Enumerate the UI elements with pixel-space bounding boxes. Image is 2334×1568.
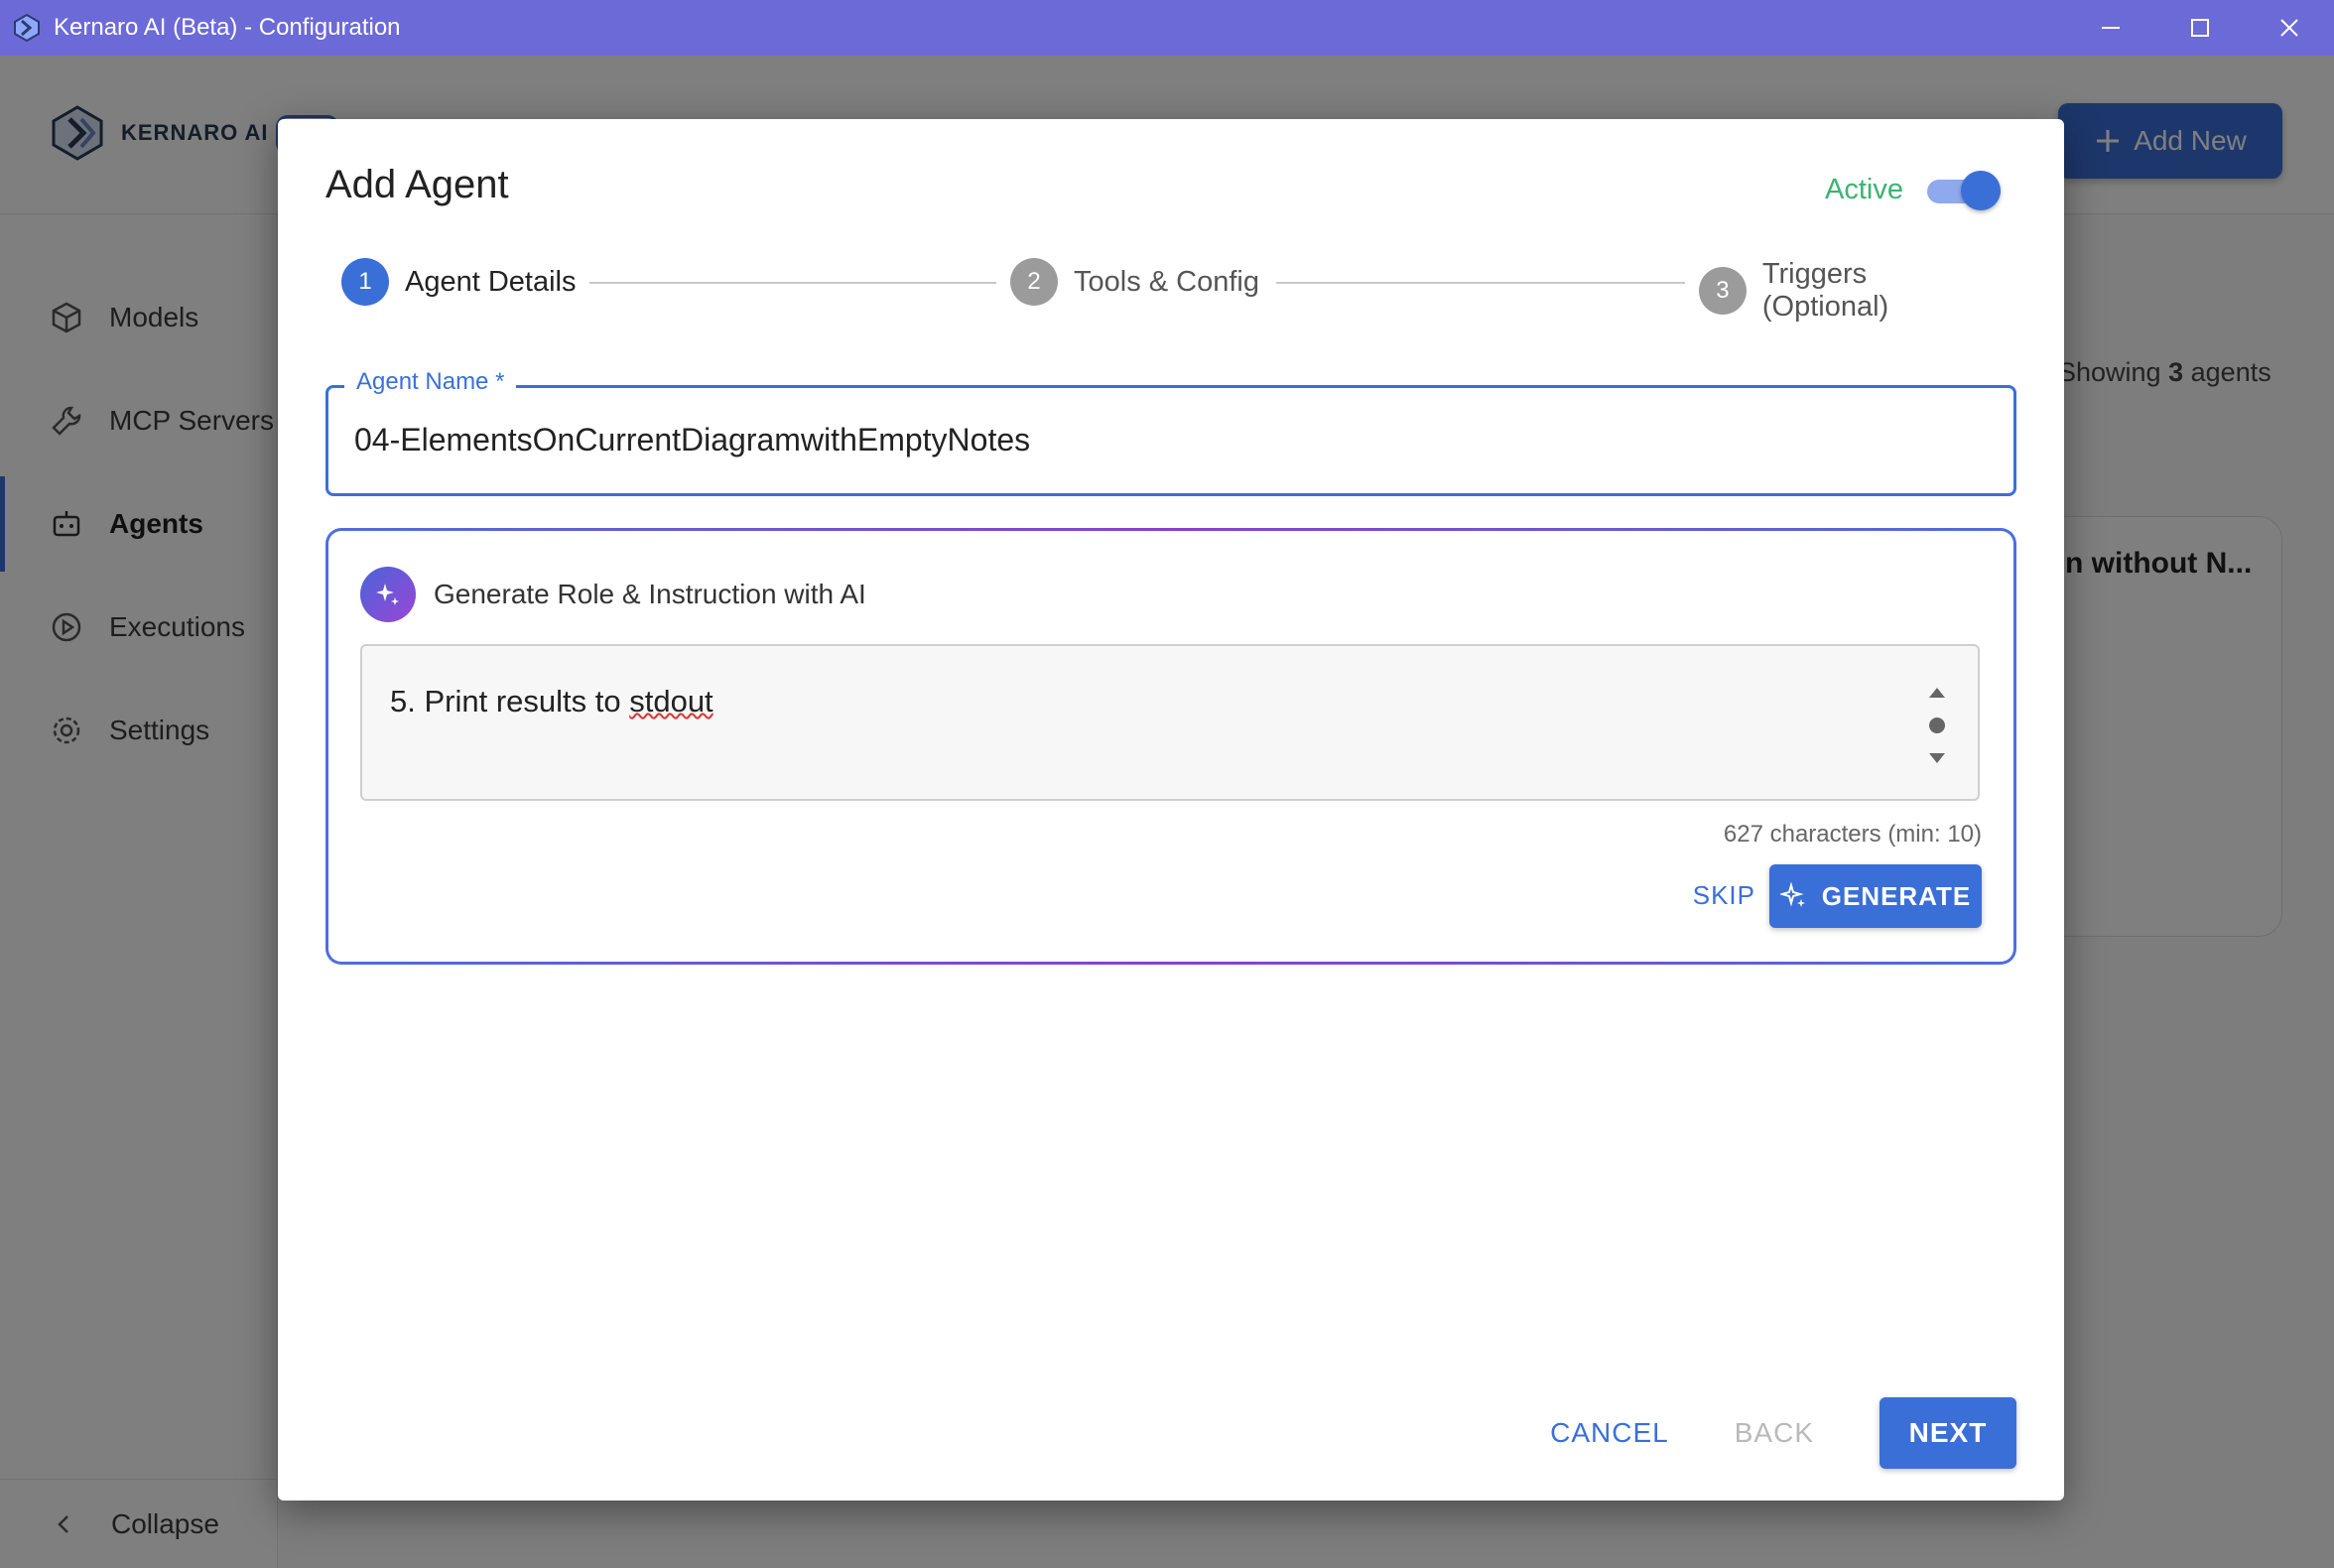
cancel-button[interactable]: CANCEL — [1550, 1417, 1669, 1449]
step-label: Triggers (Optional) — [1761, 258, 1889, 323]
window-titlebar: Kernaro AI (Beta) - Configuration — [0, 0, 2334, 56]
textarea-scrollbar[interactable] — [1926, 686, 1948, 765]
generate-label: GENERATE — [1821, 880, 1972, 911]
toggle-thumb — [1961, 171, 2001, 210]
step-agent-details[interactable]: 1 Agent Details — [341, 258, 577, 306]
agent-name-label: Agent Name * — [344, 368, 517, 396]
stepper: 1 Agent Details 2 Tools & Config 3 Trigg… — [341, 258, 2001, 323]
window-title: Kernaro AI (Beta) - Configuration — [54, 14, 401, 41]
dialog-title: Add Agent — [325, 163, 509, 206]
back-button[interactable]: BACK — [1735, 1417, 1814, 1449]
active-toggle[interactable] — [1927, 171, 2001, 210]
minimize-icon — [2102, 27, 2120, 29]
step-label: Agent Details — [405, 265, 577, 298]
skip-button[interactable]: SKIP — [1693, 880, 1755, 911]
close-button[interactable] — [2245, 0, 2334, 56]
dialog-footer: CANCEL BACK NEXT — [1550, 1397, 2016, 1469]
minimize-button[interactable] — [2066, 0, 2155, 56]
maximize-button[interactable] — [2155, 0, 2245, 56]
generate-button[interactable]: GENERATE — [1769, 864, 1982, 928]
active-label: Active — [1825, 173, 1903, 205]
sparkle-icon — [1779, 882, 1805, 907]
agent-name-field[interactable]: Agent Name * 04-ElementsOnCurrentDiagram… — [325, 368, 2016, 496]
sparkle-icon — [360, 567, 416, 622]
ai-generator-header: Generate Role & Instruction with AI — [360, 567, 866, 622]
maximize-icon — [2191, 19, 2209, 37]
step-tools-config[interactable]: 2 Tools & Config — [1010, 258, 1259, 306]
step-connector — [589, 282, 996, 284]
character-count: 627 characters (min: 10) — [1723, 821, 1982, 848]
step-triggers[interactable]: 3 Triggers (Optional) — [1699, 258, 2001, 324]
close-icon — [2280, 19, 2298, 37]
ai-description-textarea[interactable]: 5. Print results to stdout — [360, 644, 1980, 801]
textarea-content: 5. Print results to stdout — [390, 684, 713, 719]
step-number: 3 — [1699, 267, 1747, 315]
step-label: Tools & Config — [1074, 265, 1259, 298]
step-number: 1 — [341, 258, 389, 306]
step-number: 2 — [1010, 258, 1058, 306]
agent-name-value[interactable]: 04-ElementsOnCurrentDiagramwithEmptyNote… — [354, 422, 1030, 458]
ai-generator-panel: Generate Role & Instruction with AI 5. P… — [325, 528, 2016, 965]
next-button[interactable]: NEXT — [1880, 1397, 2016, 1469]
kernaro-app-icon — [14, 13, 40, 43]
ai-generator-heading: Generate Role & Instruction with AI — [434, 579, 866, 609]
active-switch-group: Active — [1825, 171, 2001, 210]
step-connector — [1276, 282, 1685, 284]
misspelled-word: stdout — [629, 684, 713, 719]
add-agent-dialog: Add Agent Active 1 Agent Details 2 Tools… — [278, 119, 2064, 1501]
